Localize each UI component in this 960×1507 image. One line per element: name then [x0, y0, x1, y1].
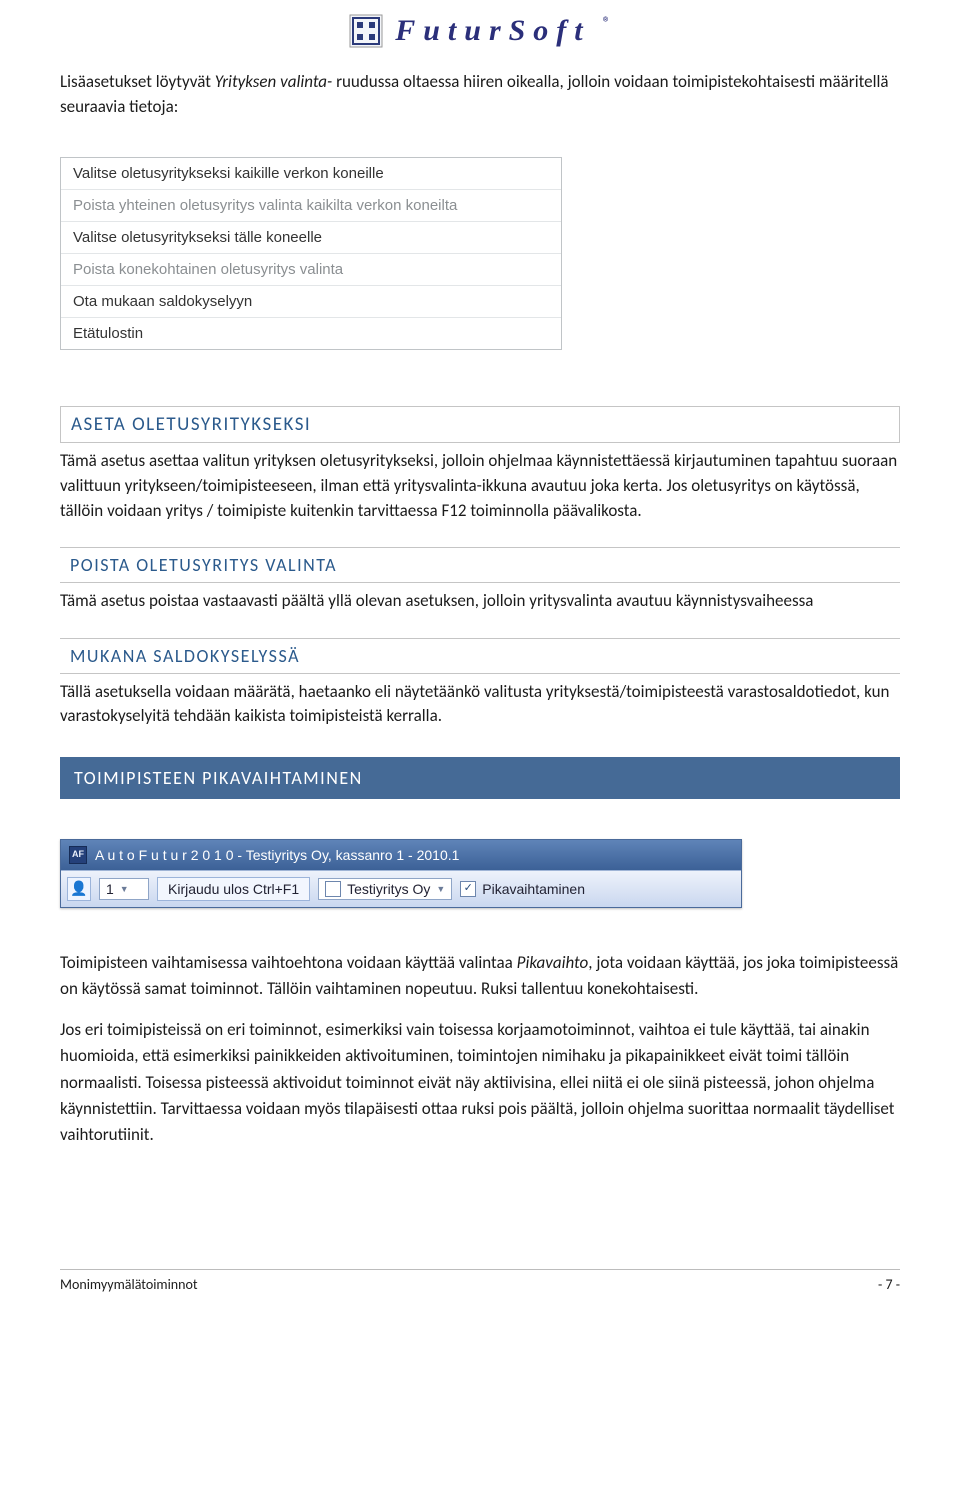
user-number-combo[interactable]: 1 ▼	[99, 878, 149, 900]
user-number-value: 1	[106, 881, 114, 897]
p1-prefix: Toimipisteen vaihtamisessa vaihtoehtona …	[60, 952, 517, 973]
section-title-pikavaihto: TOIMIPISTEEN PIKAVAIHTAMINEN	[60, 757, 900, 799]
chevron-down-icon: ▼	[120, 884, 129, 894]
app-small-icon: AF	[69, 846, 87, 864]
section-body-aseta: Tämä asetus asettaa valitun yrityksen ol…	[60, 449, 900, 523]
menu-item-include-balance[interactable]: Ota mukaan saldokyselyyn	[61, 285, 561, 317]
menu-item-set-default-all[interactable]: Valitse oletusyritykseksi kaikille verko…	[61, 158, 561, 189]
company-combo[interactable]: Testiyritys Oy ▼	[318, 878, 452, 900]
brand-logo-text: FuturSoft	[395, 14, 590, 48]
user-icon[interactable]: 👤	[67, 877, 91, 901]
intro-paragraph: Lisäasetukset löytyvät Yrityksen valinta…	[60, 70, 900, 119]
menu-item-label: Poista konekohtainen oletusyritys valint…	[73, 261, 343, 278]
pikavaihto-checkbox[interactable]: ✓ Pikavaihtaminen	[460, 881, 585, 897]
menu-item-label: Valitse oletusyritykseksi tälle koneelle	[73, 229, 322, 246]
footer-left: Monimyymälätoiminnot	[60, 1276, 198, 1293]
context-menu: Valitse oletusyritykseksi kaikille verko…	[60, 157, 562, 350]
intro-prefix: Lisäasetukset löytyvät	[60, 71, 215, 92]
app-window: AF A u t o F u t u r 2 0 1 0 - Testiyrit…	[60, 839, 742, 908]
company-checkbox[interactable]	[325, 881, 341, 897]
section-body-mukana: Tällä asetuksella voidaan määrätä, haeta…	[60, 680, 900, 729]
section-title-aseta: ASETA OLETUSYRITYKSEKSI	[71, 413, 311, 436]
company-label: Testiyritys Oy	[347, 881, 430, 897]
menu-item-set-default-this[interactable]: Valitse oletusyritykseksi tälle koneelle	[61, 221, 561, 253]
logout-label: Kirjaudu ulos Ctrl+F1	[168, 881, 299, 897]
body-paragraph-1: Toimipisteen vaihtamisessa vaihtoehtona …	[60, 950, 900, 1003]
menu-item-label: Ota mukaan saldokyselyyn	[73, 293, 252, 310]
pikavaihto-label: Pikavaihtaminen	[482, 881, 585, 897]
menu-item-label: Etätulostin	[73, 325, 143, 342]
section-title-mukana: MUKANA SALDOKYSELYSSÄ	[70, 645, 300, 667]
p1-italic: Pikavaihto	[517, 952, 589, 973]
brand-logo: FuturSoft ®	[349, 14, 611, 48]
menu-item-remote-printer[interactable]: Etätulostin	[61, 317, 561, 349]
window-title-text: A u t o F u t u r 2 0 1 0 - Testiyritys …	[95, 847, 459, 863]
footer-right: - 7 -	[878, 1276, 900, 1293]
menu-item-remove-default-all[interactable]: Poista yhteinen oletusyritys valinta kai…	[61, 189, 561, 221]
section-body-poista: Tämä asetus poistaa vastaavasti päältä y…	[60, 589, 900, 614]
registered-icon: ®	[603, 14, 611, 33]
checkbox-box: ✓	[460, 881, 476, 897]
window-title-bar: AF A u t o F u t u r 2 0 1 0 - Testiyrit…	[61, 840, 741, 870]
logout-button[interactable]: Kirjaudu ulos Ctrl+F1	[157, 877, 310, 901]
body-paragraph-2: Jos eri toimipisteissä on eri toiminnot,…	[60, 1017, 900, 1149]
section-title-poista: POISTA OLETUSYRITYS VALINTA	[70, 554, 337, 576]
menu-item-label: Valitse oletusyritykseksi kaikille verko…	[73, 165, 384, 182]
intro-italic: Yrityksen valinta-	[215, 71, 332, 92]
chevron-down-icon: ▼	[436, 884, 445, 894]
menu-item-remove-default-this[interactable]: Poista konekohtainen oletusyritys valint…	[61, 253, 561, 285]
menu-item-label: Poista yhteinen oletusyritys valinta kai…	[73, 197, 457, 214]
brand-logo-icon	[349, 14, 383, 48]
